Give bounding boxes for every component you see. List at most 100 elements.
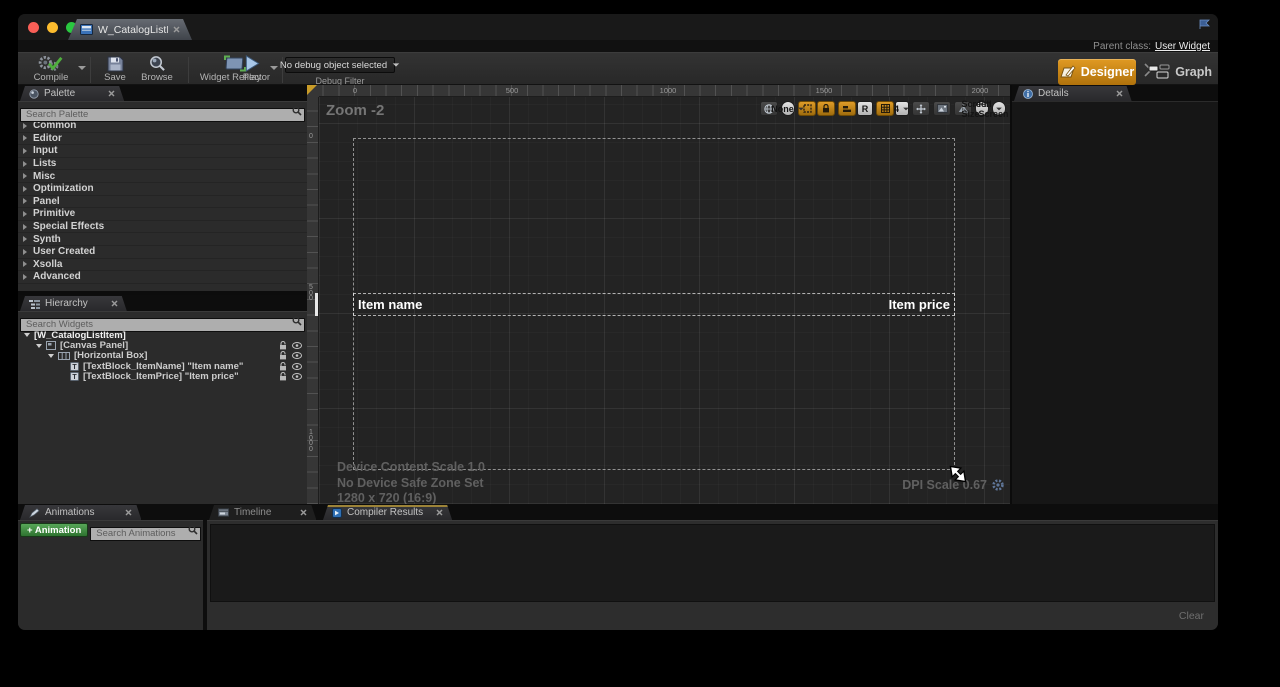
lock-icon[interactable] [279,341,287,350]
add-animation-button[interactable]: + Animation [20,523,88,537]
debug-object-select[interactable]: No debug object selected [285,57,395,73]
palette-category[interactable]: Misc [18,170,307,183]
eye-icon[interactable] [292,363,302,370]
eye-icon[interactable] [292,352,302,359]
tree-row-textblock-itemname[interactable]: T [TextBlock_ItemName] "Item name" [18,361,307,371]
hierarchy-tab[interactable]: Hierarchy [20,296,127,311]
compile-button[interactable]: Compile [28,55,74,84]
expand-icon[interactable] [23,123,27,129]
timeline-tab-close-icon[interactable] [300,509,307,516]
palette-tab[interactable]: Palette [20,86,124,101]
animation-pen-icon [29,508,40,518]
lock-icon[interactable] [279,372,287,381]
compiler-results-log [210,524,1215,602]
transform-mode-button[interactable] [912,101,930,116]
compiler-tab-close-icon[interactable] [436,509,443,516]
parent-class-label: Parent class: [1093,41,1151,52]
expand-icon[interactable] [23,135,27,141]
zoom-level-label: Zoom -2 [326,102,384,119]
asset-tab[interactable]: W_CatalogListItem [68,19,192,40]
lock-icon[interactable] [279,362,287,371]
palette-category[interactable]: Primitive [18,208,307,221]
parent-class-value[interactable]: User Widget [1155,41,1210,52]
preview-flag-button[interactable]: None [781,101,795,116]
horizontal-box-widget[interactable]: Item name Item price [353,293,955,316]
palette-category[interactable]: Synth [18,233,307,246]
tree-row-canvas-panel[interactable]: [Canvas Panel] [18,340,307,350]
browse-button[interactable]: Browse [136,55,178,84]
play-options-dropdown[interactable] [270,66,278,70]
palette-category[interactable]: Panel [18,196,307,209]
collapse-icon[interactable] [36,344,42,348]
lock-icon[interactable] [279,351,287,360]
graph-mode-button[interactable]: Graph [1148,59,1212,85]
resize-handle-cursor[interactable] [949,465,967,483]
asset-tab-close-icon[interactable] [173,26,180,33]
palette-tab-close-icon[interactable] [108,90,115,97]
expand-icon[interactable] [23,173,27,179]
animations-tab[interactable]: Animations [20,505,141,520]
collapse-icon[interactable] [24,333,30,337]
palette-search-input[interactable] [20,108,305,122]
expand-icon[interactable] [23,224,27,230]
details-tab[interactable]: Details [1014,86,1132,101]
dpi-settings-gear-icon[interactable] [992,479,1004,491]
collapse-icon[interactable] [48,354,54,358]
main-toolbar: Compile Save Browse [18,52,1218,85]
lock-widgets-toggle[interactable] [817,101,835,116]
expand-icon[interactable] [23,249,27,255]
minimize-window-button[interactable] [47,22,58,33]
svg-text:T: T [72,364,77,371]
expand-icon[interactable] [23,148,27,154]
palette-category[interactable]: User Created [18,246,307,259]
play-button[interactable]: Play [234,55,270,84]
palette-category[interactable]: Editor [18,133,307,146]
palette-category[interactable]: Special Effects [18,221,307,234]
details-tab-close-icon[interactable] [1116,90,1123,97]
designer-icon [1060,65,1077,80]
expand-icon[interactable] [23,198,27,204]
itemprice-textblock[interactable]: Item price [889,297,950,312]
canvas-toolbar: None [760,101,1006,116]
itemname-textblock[interactable]: Item name [358,297,422,312]
details-panel: Details [1010,85,1218,504]
expand-icon[interactable] [23,186,27,192]
palette-category[interactable]: Input [18,145,307,158]
design-surface[interactable]: Zoom -2 None [319,97,1010,504]
expand-icon[interactable] [23,236,27,242]
palette-category[interactable]: Lists [18,158,307,171]
hierarchy-tab-close-icon[interactable] [111,300,118,307]
timeline-tab[interactable]: Timeline [209,505,316,520]
expand-icon[interactable] [23,261,27,267]
compile-options-dropdown[interactable] [78,66,86,70]
snap-mode-toggle[interactable] [838,101,856,116]
palette-category[interactable]: Optimization [18,183,307,196]
expand-icon[interactable] [23,161,27,167]
save-button[interactable]: Save [98,55,132,84]
expand-icon[interactable] [23,211,27,217]
ruler-corner [307,85,319,97]
expand-icon[interactable] [23,274,27,280]
respect-locks-toggle[interactable]: R [857,101,873,116]
palette-category-list: Common Editor Input Lists Misc Optimizat… [18,120,307,284]
screenshot-stage: W_CatalogListItem Parent class: User Wid… [0,0,1280,687]
tree-row-textblock-itemprice[interactable]: T [TextBlock_ItemPrice] "Item price" [18,372,307,382]
animations-tab-close-icon[interactable] [125,509,132,516]
ruler-tick-label: 0 [353,86,357,95]
palette-search [20,104,305,118]
designer-mode-button[interactable]: Designer [1058,59,1136,85]
close-window-button[interactable] [28,22,39,33]
eye-icon[interactable] [292,342,302,349]
tree-row-root[interactable]: [W_CatalogListItem] [18,330,307,340]
animations-search-input[interactable] [90,527,201,541]
grid-snap-toggle[interactable] [876,101,894,116]
clear-button[interactable]: Clear [1179,610,1204,622]
palette-category[interactable]: Common [18,120,307,133]
preview-background-button[interactable] [933,101,951,116]
grid-snap-size-button[interactable]: 4 [895,101,909,116]
eye-icon[interactable] [292,373,302,380]
compiler-results-tab[interactable]: Compiler Results [323,505,452,520]
palette-category[interactable]: Xsolla [18,259,307,272]
palette-category[interactable]: Advanced [18,271,307,284]
tree-row-horizontal-box[interactable]: [Horizontal Box] [18,351,307,361]
